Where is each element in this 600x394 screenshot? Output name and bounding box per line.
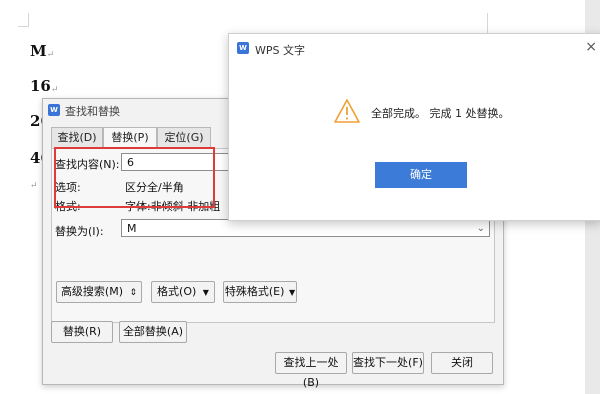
find-previous-button[interactable]: 查找上一处(B) [275,352,347,389]
page-margin-top [28,13,29,27]
advanced-search-label: 高级搜索(M) [60,285,124,298]
special-format-label: 特殊格式(E) [224,285,285,298]
wps-logo-icon: W [48,104,60,116]
replace-all-button[interactable]: 全部替换(A) [119,321,187,343]
find-label: 查找内容(N): [55,158,120,171]
format-button[interactable]: 格式(O) ▼ [151,281,215,303]
find-next-button[interactable]: 查找下一处(F) [352,352,424,374]
find-replace-title: 查找和替换 [65,105,120,118]
doc-line-2: 16↵ [30,77,59,95]
close-button[interactable]: 关闭 [431,352,493,374]
tab-find[interactable]: 查找(D) [51,127,103,148]
replace-value: M [127,222,137,235]
ok-button[interactable]: 确定 [375,162,467,188]
doc-line-5: ↵ [30,181,38,191]
tab-replace[interactable]: 替换(P) [103,127,157,149]
options-value: 区分全/半角 [125,181,184,194]
format-label: 格式: [55,200,81,213]
close-icon[interactable]: × [585,39,597,55]
caret-down-icon: ▼ [288,288,296,297]
format-label-text: 格式(O) [157,285,197,298]
wps-logo-icon: W [237,42,249,54]
replace-input[interactable]: M ⌄ [121,219,490,237]
tab-goto[interactable]: 定位(G) [157,127,211,148]
warning-icon [334,99,360,123]
replace-label: 替换为(I): [55,225,104,238]
advanced-search-button[interactable]: 高级搜索(M) ⇕ [56,281,142,303]
alert-title: WPS 文字 [255,44,305,57]
chevron-down-icon[interactable]: ⌄ [477,220,485,238]
options-label: 选项: [55,181,81,194]
format-value: 字体:非倾斜 非加粗 [125,200,221,213]
find-value: 6 [127,156,134,169]
alert-titlebar[interactable]: W WPS 文字 × [229,34,600,62]
sort-arrows-icon: ⇕ [129,288,138,298]
special-format-button[interactable]: 特殊格式(E) ▼ [223,281,297,303]
doc-line-1: M↵ [30,42,55,60]
alert-message: 全部完成。 完成 1 处替换。 [371,107,510,120]
page-margin-top-h [18,26,29,27]
wps-alert-dialog: W WPS 文字 × 全部完成。 完成 1 处替换。 确定 [228,33,600,221]
caret-down-icon: ▼ [202,288,209,297]
replace-button[interactable]: 替换(R) [51,321,113,343]
